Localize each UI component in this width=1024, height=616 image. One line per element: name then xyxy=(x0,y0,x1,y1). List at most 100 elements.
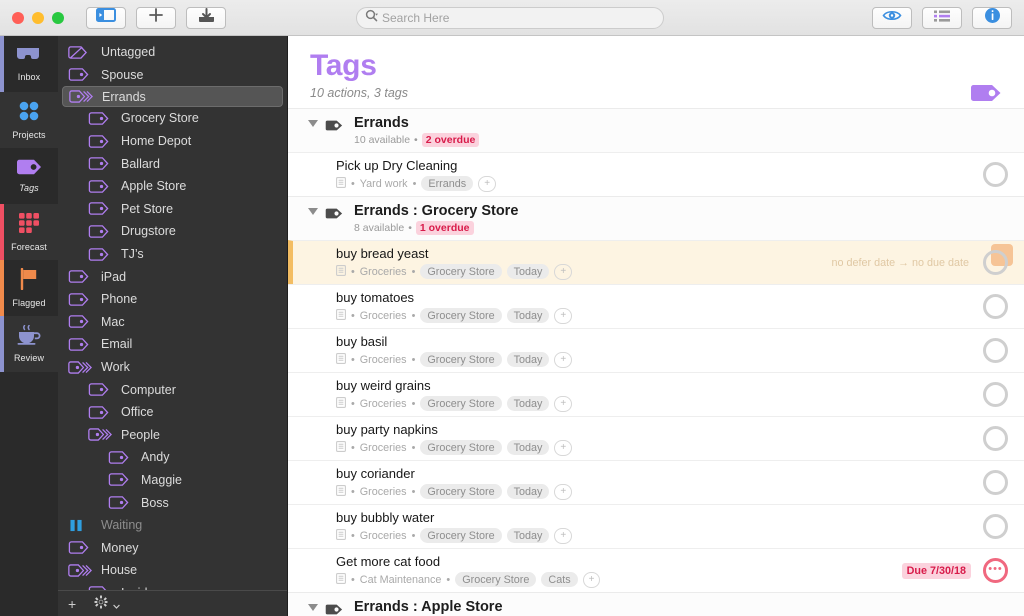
rail-item-flagged[interactable]: Flagged xyxy=(0,260,58,316)
task-tag-chip[interactable]: Errands xyxy=(421,176,474,191)
task-tag-chip[interactable]: Grocery Store xyxy=(420,264,502,279)
inspector-button[interactable] xyxy=(922,6,962,29)
task-complete-checkbox[interactable] xyxy=(983,162,1008,187)
rail-item-review[interactable]: Review xyxy=(0,316,58,372)
task-tag-chip[interactable]: Cats xyxy=(541,572,578,587)
add-tag-chip-button[interactable]: + xyxy=(554,307,573,324)
sidebar-item-apple-store[interactable]: Apple Store xyxy=(62,175,283,198)
sidebar-item-money[interactable]: Money xyxy=(62,536,283,559)
add-tag-chip-button[interactable]: + xyxy=(554,527,573,544)
close-button[interactable] xyxy=(12,11,24,24)
inbox-capture-button[interactable] xyxy=(186,6,226,29)
rail-item-projects[interactable]: Projects xyxy=(0,92,58,148)
task-tag-chip[interactable]: Grocery Store xyxy=(420,484,502,499)
view-options-button[interactable] xyxy=(872,6,912,29)
task-tag-chip[interactable]: Grocery Store xyxy=(420,308,502,323)
add-tag-chip-button[interactable]: + xyxy=(478,175,497,192)
task-tag-chip[interactable]: Grocery Store xyxy=(420,396,502,411)
add-tag-chip-button[interactable]: + xyxy=(554,263,573,280)
sidebar-item-tj-s[interactable]: TJ’s xyxy=(62,243,283,266)
task-project[interactable]: Groceries xyxy=(360,442,407,454)
sidebar-item-spouse[interactable]: Spouse xyxy=(62,64,283,87)
task-row[interactable]: buy coriander • Groceries • Grocery Stor… xyxy=(288,460,1024,504)
task-project[interactable]: Groceries xyxy=(360,398,407,410)
sidebar-item-boss[interactable]: Boss xyxy=(62,491,283,514)
task-complete-checkbox[interactable] xyxy=(983,426,1008,451)
disclosure-triangle-icon[interactable] xyxy=(308,604,318,611)
sidebar-item-andy[interactable]: Andy xyxy=(62,446,283,469)
search-input[interactable]: Search Here xyxy=(356,7,664,29)
task-tag-chip[interactable]: Today xyxy=(506,440,550,455)
sidebar-item-work[interactable]: Work xyxy=(62,356,283,379)
sidebar-item-errands[interactable]: Errands xyxy=(62,86,283,108)
task-project[interactable]: Cat Maintenance xyxy=(360,574,442,586)
task-tag-chip[interactable]: Today xyxy=(506,264,550,279)
task-tag-chip[interactable]: Grocery Store xyxy=(455,572,537,587)
task-project[interactable]: Yard work xyxy=(360,178,408,190)
new-item-button[interactable] xyxy=(136,6,176,29)
task-tag-chip[interactable]: Today xyxy=(506,308,550,323)
add-tag-chip-button[interactable]: + xyxy=(582,571,601,588)
sidebar-item-email[interactable]: Email xyxy=(62,333,283,356)
task-complete-checkbox[interactable] xyxy=(983,470,1008,495)
sidebar-item-grocery-store[interactable]: Grocery Store xyxy=(62,107,283,130)
task-tag-chip[interactable]: Today xyxy=(506,352,550,367)
sidebar-item-ipad[interactable]: iPad xyxy=(62,265,283,288)
task-project[interactable]: Groceries xyxy=(360,354,407,366)
info-button[interactable] xyxy=(972,6,1012,29)
task-row[interactable]: Pick up Dry Cleaning • Yard work • Erran… xyxy=(288,152,1024,196)
task-complete-checkbox[interactable] xyxy=(983,338,1008,363)
task-row[interactable]: buy bread yeast • Groceries • Grocery St… xyxy=(288,240,1024,284)
task-row[interactable]: buy bubbly water • Groceries • Grocery S… xyxy=(288,504,1024,548)
task-complete-checkbox[interactable] xyxy=(983,250,1008,275)
add-tag-chip-button[interactable]: + xyxy=(554,483,573,500)
task-tag-chip[interactable]: Grocery Store xyxy=(420,352,502,367)
sidebar-item-office[interactable]: Office xyxy=(62,401,283,424)
add-tag-chip-button[interactable]: + xyxy=(554,395,573,412)
group-header[interactable]: Errands : Apple Store xyxy=(288,592,1024,616)
task-tag-chip[interactable]: Today xyxy=(506,484,550,499)
sidebar-item-drugstore[interactable]: Drugstore xyxy=(62,220,283,243)
rail-item-tags[interactable]: Tags xyxy=(0,148,58,204)
sidebar-item-people[interactable]: People xyxy=(62,424,283,447)
task-complete-checkbox[interactable] xyxy=(983,294,1008,319)
task-row[interactable]: buy party napkins • Groceries • Grocery … xyxy=(288,416,1024,460)
sidebar-item-house[interactable]: House xyxy=(62,559,283,582)
add-tag-button[interactable]: + xyxy=(68,596,76,612)
gear-icon[interactable] xyxy=(94,595,120,612)
zoom-button[interactable] xyxy=(52,11,64,24)
sidebar-item-pet-store[interactable]: Pet Store xyxy=(62,198,283,221)
add-tag-chip-button[interactable]: + xyxy=(554,439,573,456)
task-complete-checkbox[interactable] xyxy=(983,514,1008,539)
rail-item-forecast[interactable]: Forecast xyxy=(0,204,58,260)
task-tag-chip[interactable]: Today xyxy=(506,396,550,411)
sidebar-item-maggie[interactable]: Maggie xyxy=(62,469,283,492)
sidebar-item-mac[interactable]: Mac xyxy=(62,311,283,334)
sidebar-toggle-button[interactable] xyxy=(86,6,126,29)
task-complete-checkbox[interactable] xyxy=(983,382,1008,407)
sidebar-item-waiting[interactable]: Waiting xyxy=(62,514,283,537)
task-row[interactable]: buy basil • Groceries • Grocery Store Tod… xyxy=(288,328,1024,372)
task-project[interactable]: Groceries xyxy=(360,266,407,278)
tag-list[interactable]: Untagged Spouse Errands Grocery Store Home D… xyxy=(58,36,287,590)
disclosure-triangle-icon[interactable] xyxy=(308,120,318,127)
sidebar-item-home-depot[interactable]: Home Depot xyxy=(62,130,283,153)
task-complete-checkbox[interactable]: ••• xyxy=(983,558,1008,583)
task-project[interactable]: Groceries xyxy=(360,486,407,498)
sidebar-item-phone[interactable]: Phone xyxy=(62,288,283,311)
task-tag-chip[interactable]: Grocery Store xyxy=(420,528,502,543)
task-row[interactable]: Get more cat food • Cat Maintenance • Gr… xyxy=(288,548,1024,592)
sidebar-item-untagged[interactable]: Untagged xyxy=(62,41,283,64)
sidebar-item-ballard[interactable]: Ballard xyxy=(62,152,283,175)
group-header[interactable]: Errands : Grocery Store 8 available • 1 … xyxy=(288,196,1024,240)
task-row[interactable]: buy weird grains • Groceries • Grocery S… xyxy=(288,372,1024,416)
minimize-button[interactable] xyxy=(32,11,44,24)
task-tag-chip[interactable]: Grocery Store xyxy=(420,440,502,455)
task-project[interactable]: Groceries xyxy=(360,310,407,322)
group-header[interactable]: Errands 10 available • 2 overdue xyxy=(288,108,1024,152)
sidebar-item-computer[interactable]: Computer xyxy=(62,378,283,401)
task-project[interactable]: Groceries xyxy=(360,530,407,542)
disclosure-triangle-icon[interactable] xyxy=(308,208,318,215)
add-tag-chip-button[interactable]: + xyxy=(554,351,573,368)
rail-item-inbox[interactable]: Inbox xyxy=(0,36,58,92)
